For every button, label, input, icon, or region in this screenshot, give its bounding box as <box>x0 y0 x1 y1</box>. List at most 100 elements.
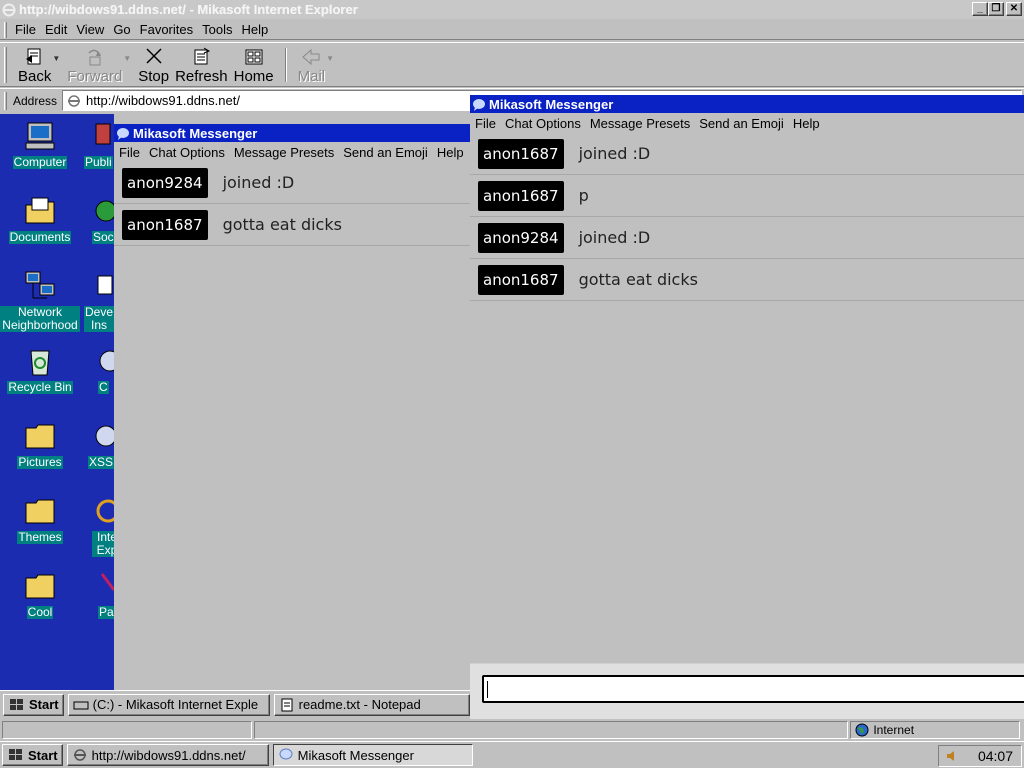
mail-dropdown-icon[interactable]: ▼ <box>326 54 334 63</box>
mail-label: Mail <box>297 67 326 85</box>
shortcut-icon <box>95 425 114 447</box>
desktop-icon-network[interactable]: Network Neighborhood <box>0 270 80 332</box>
desktop-icon-label: Deve Ins <box>84 305 114 332</box>
address-label: Address <box>13 93 58 108</box>
message-text: joined :D <box>578 228 651 247</box>
desktop-icon-label: Themes <box>17 530 63 544</box>
back-dropdown-icon[interactable]: ▼ <box>52 54 60 63</box>
menu-go[interactable]: Go <box>113 22 130 37</box>
folder-documents-icon <box>25 197 55 224</box>
inner-task-explorer[interactable]: (C:) - Mikasoft Internet Exple <box>67 693 270 716</box>
menu-message-presets[interactable]: Message Presets <box>234 145 334 160</box>
desktop-icon-documents[interactable]: Documents <box>0 195 80 244</box>
desktop-icon-computer[interactable]: Computer <box>0 120 80 169</box>
messenger-title: Mikasoft Messenger <box>489 96 614 112</box>
desktop-icon-partial[interactable]: Soc <box>92 195 114 244</box>
menu-send-emoji[interactable]: Send an Emoji <box>343 145 428 160</box>
menu-favorites[interactable]: Favorites <box>140 22 193 37</box>
stop-button[interactable]: Stop <box>135 45 172 85</box>
menu-tools[interactable]: Tools <box>202 22 232 37</box>
status-progress-cell <box>253 720 849 739</box>
desktop-icon-partial[interactable]: Deve Ins <box>84 270 114 332</box>
menu-file[interactable]: File <box>119 145 140 160</box>
message-text: joined :D <box>578 144 651 163</box>
desktop-icon-label: Inte Exp <box>92 531 114 557</box>
desktop-icon-themes[interactable]: Themes <box>0 495 80 544</box>
menu-send-emoji[interactable]: Send an Emoji <box>699 116 784 131</box>
message-username: anon1687 <box>478 180 564 211</box>
maximize-button[interactable]: ❐ <box>988 2 1004 16</box>
inner-task-notepad[interactable]: readme.txt - Notepad <box>273 693 470 716</box>
menu-grip <box>4 21 7 38</box>
message-row: anon1687 p <box>470 175 1024 217</box>
inner-start-button[interactable]: Start <box>3 693 64 716</box>
clock[interactable]: 04:07 <box>978 748 1013 764</box>
shortcut-icon <box>95 200 114 222</box>
shortcut-icon <box>97 275 113 295</box>
system-tray: 04:07 <box>938 745 1022 767</box>
message-row: anon1687 gotta eat dicks <box>114 204 470 246</box>
menu-file[interactable]: File <box>15 22 36 37</box>
mail-button[interactable]: Mail <box>295 45 329 85</box>
status-text-cell <box>2 720 252 739</box>
menu-help[interactable]: Help <box>793 116 820 131</box>
refresh-icon <box>194 47 211 64</box>
toolbar-separator <box>284 47 287 82</box>
windows-logo-icon <box>10 698 23 710</box>
forward-button[interactable]: Forward <box>64 45 125 85</box>
message-username: anon9284 <box>478 222 564 253</box>
globe-icon <box>855 723 869 736</box>
menu-chat-options[interactable]: Chat Options <box>149 145 225 160</box>
mail-icon <box>302 48 320 65</box>
menu-edit[interactable]: Edit <box>45 22 67 37</box>
ie-logo-icon <box>2 3 16 16</box>
desktop-icon-label: Network Neighborhood <box>0 306 80 332</box>
home-label: Home <box>233 67 274 85</box>
desktop-icon-partial[interactable]: C <box>98 345 114 394</box>
desktop-icon-pictures[interactable]: Pictures <box>0 420 80 469</box>
chat-bubble-icon <box>473 98 485 111</box>
message-username: anon1687 <box>478 264 564 295</box>
messenger-title: Mikasoft Messenger <box>133 125 258 141</box>
message-text: gotta eat dicks <box>222 215 342 234</box>
message-input[interactable] <box>482 675 1024 703</box>
menu-message-presets[interactable]: Message Presets <box>590 116 690 131</box>
close-button[interactable]: ✕ <box>1006 2 1022 16</box>
status-zone: Internet <box>873 722 915 737</box>
home-button[interactable]: Home <box>231 45 277 85</box>
desktop-icon-partial[interactable]: XSS <box>88 420 114 469</box>
task-messenger[interactable]: Mikasoft Messenger <box>272 744 473 766</box>
desktop: Computer Documents Network Neighborhood … <box>0 114 114 690</box>
speaker-icon[interactable] <box>945 749 959 763</box>
browser-title: http://wibdows91.ddns.net/ - Mikasoft In… <box>19 2 358 17</box>
browser-title-bar: http://wibdows91.ddns.net/ - Mikasoft In… <box>0 0 1024 19</box>
back-label: Back <box>18 67 52 85</box>
refresh-button[interactable]: Refresh <box>172 45 231 85</box>
minimize-button[interactable]: _ <box>972 2 988 16</box>
desktop-icon-partial[interactable]: Publi <box>84 120 114 169</box>
messenger-menu-bar: File Chat Options Message Presets Send a… <box>114 142 470 162</box>
shortcut-icon <box>99 350 114 372</box>
forward-dropdown-icon[interactable]: ▼ <box>123 54 131 63</box>
desktop-icon-partial[interactable]: Pa <box>98 570 114 619</box>
desktop-icon-recycle-bin[interactable]: Recycle Bin <box>0 345 80 394</box>
message-username: anon9284 <box>122 167 208 198</box>
menu-help[interactable]: Help <box>241 22 268 37</box>
forward-icon <box>88 49 101 65</box>
task-label: http://wibdows91.ddns.net/ <box>91 747 246 763</box>
desktop-icon-label: Pa <box>98 605 114 619</box>
desktop-icon-partial[interactable]: Inte Exp <box>92 495 114 557</box>
task-label: (C:) - Mikasoft Internet Exple <box>92 697 259 712</box>
stop-icon <box>146 47 162 64</box>
desktop-icon-cool[interactable]: Cool <box>0 570 80 619</box>
start-button[interactable]: Start <box>2 744 63 766</box>
menu-help[interactable]: Help <box>437 145 464 160</box>
menu-view[interactable]: View <box>76 22 104 37</box>
chat-bubble-icon <box>117 127 129 140</box>
task-browser[interactable]: http://wibdows91.ddns.net/ <box>66 744 269 766</box>
folder-icon <box>25 499 55 524</box>
menu-chat-options[interactable]: Chat Options <box>505 116 581 131</box>
page-icon <box>68 94 81 107</box>
back-button[interactable]: Back <box>15 45 54 85</box>
menu-file[interactable]: File <box>475 116 496 131</box>
